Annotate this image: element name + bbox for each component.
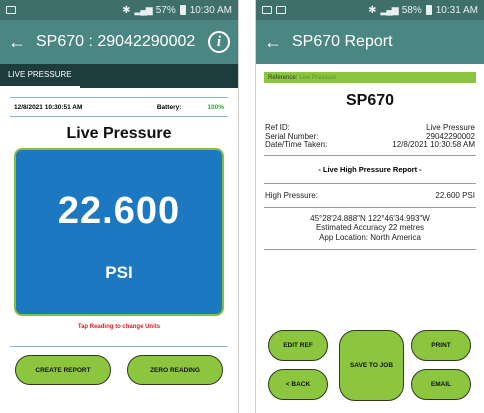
bluetooth-icon: ✱ <box>122 4 131 16</box>
high-pressure-row: High Pressure: 22.600 PSI <box>256 191 484 200</box>
field-label: Date/Time Taken: <box>265 140 328 149</box>
divider <box>10 116 228 117</box>
pressure-unit[interactable]: PSI <box>16 263 222 283</box>
image-notification-icon <box>276 6 286 14</box>
page-title: SP670 Report <box>292 33 393 50</box>
high-pressure-label: High Pressure: <box>265 190 318 200</box>
divider <box>264 182 476 184</box>
reference-bar: Reference: Live Pressure <box>264 72 476 83</box>
location-info: 45°28'24.888"N 122°46'34.993"W Estimated… <box>256 214 484 243</box>
gps-coordinates: 45°28'24.888"N 122°46'34.993"W <box>310 213 430 223</box>
report-heading: - Live High Pressure Report - <box>318 164 422 174</box>
create-report-button[interactable]: CREATE REPORT <box>15 355 111 385</box>
info-icon[interactable]: i <box>208 31 230 53</box>
edit-ref-button[interactable]: EDIT REF <box>268 330 328 361</box>
app-location: App Location: North America <box>319 232 421 242</box>
pressure-reading-panel[interactable]: 22.600 PSI <box>14 148 224 316</box>
reference-value: Live Pressure <box>299 74 337 81</box>
status-time: 10:30 AM <box>189 4 232 16</box>
pressure-value[interactable]: 22.600 <box>16 150 222 233</box>
field-value: 12/8/2021 10:30:58 AM <box>392 140 475 149</box>
field-row: Date/Time Taken: 12/8/2021 10:30:58 AM <box>256 140 484 150</box>
signal-icon: ▂▄▆ <box>134 4 152 15</box>
back-arrow-icon[interactable]: ← <box>8 32 36 53</box>
live-pressure-screen: ✱ ▂▄▆ 57% 10:30 AM ← SP670 : 29042290002… <box>0 0 239 413</box>
bluetooth-icon: ✱ <box>368 4 377 16</box>
back-arrow-icon[interactable]: ← <box>264 32 292 53</box>
zero-reading-button[interactable]: ZERO READING <box>127 355 223 385</box>
mail-notification-icon <box>262 6 272 14</box>
live-pressure-heading: Live Pressure <box>66 125 172 142</box>
battery-icon <box>179 5 186 15</box>
battery-icon <box>425 5 432 15</box>
high-pressure-value: 22.600 PSI <box>435 190 475 200</box>
divider <box>10 346 228 347</box>
mail-notification-icon <box>6 6 16 14</box>
battery-label: Battery: <box>156 103 182 111</box>
tab-live-pressure[interactable]: LIVE PRESSURE <box>0 64 80 88</box>
battery-percent: 58% <box>401 4 422 16</box>
tab-bar: LIVE PRESSURE <box>0 64 238 88</box>
battery-percent: 57% <box>155 4 176 16</box>
info-row: 12/8/2021 10:30:51 AM Battery: 100% <box>0 98 238 116</box>
status-bar: ✱ ▂▄▆ 57% 10:30 AM <box>0 0 238 20</box>
page-title: SP670 : 29042290002 <box>36 33 196 50</box>
reading-datetime: 12/8/2021 10:30:51 AM <box>14 103 83 111</box>
email-button[interactable]: EMAIL <box>411 369 471 400</box>
signal-icon: ▂▄▆ <box>380 4 398 15</box>
gps-accuracy: Estimated Accuracy 22 metres <box>315 223 425 232</box>
divider <box>264 249 476 250</box>
device-battery-value: 100% <box>207 103 224 111</box>
status-time: 10:31 AM <box>435 4 478 16</box>
reference-label: Reference: <box>268 74 298 81</box>
save-to-job-button[interactable]: SAVE TO JOB <box>339 330 404 401</box>
status-bar: ✱ ▂▄▆ 58% 10:31 AM <box>256 0 484 20</box>
app-bar: ← SP670 : 29042290002 i <box>0 20 238 64</box>
print-button[interactable]: PRINT <box>411 330 471 361</box>
divider <box>264 206 476 208</box>
divider <box>264 154 476 156</box>
report-screen: ✱ ▂▄▆ 58% 10:31 AM ← SP670 Report Refere… <box>255 0 484 413</box>
report-title: SP670 <box>345 92 395 109</box>
app-bar: ← SP670 Report <box>256 20 484 64</box>
back-button[interactable]: < BACK <box>268 369 328 400</box>
